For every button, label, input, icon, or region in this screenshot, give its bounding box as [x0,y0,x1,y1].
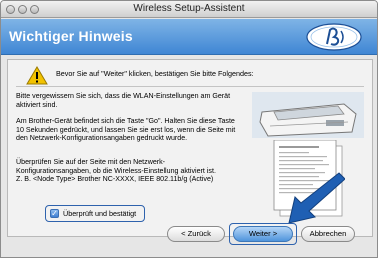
divider [16,86,364,87]
config-check-instructions: Überprüfen Sie auf der Seite mit den Net… [16,158,216,184]
cancel-button[interactable]: Abbrechen [301,226,355,242]
go-button-instructions: Am Brother-Gerät befindet sich die Taste… [16,117,236,143]
next-button[interactable]: Weiter > [233,226,293,242]
printer-illustration [252,92,364,138]
header-banner: Wichtiger Hinweis [1,19,377,55]
warning-row: Bevor Sie auf "Weiter" klicken, bestätig… [26,66,366,86]
back-button[interactable]: < Zurück [167,226,225,242]
pointer-arrow-icon [288,172,345,224]
confirm-checkbox-row[interactable]: ✓ Überprüft und bestätigt [45,205,145,222]
title-bar: Wireless Setup-Assistent [1,1,377,18]
confirm-checkbox-label: Überprüft und bestätigt [63,209,137,218]
page-title: Wichtiger Hinweis [9,28,133,44]
warning-text: Bevor Sie auf "Weiter" klicken, bestätig… [56,69,254,78]
brother-logo-icon [306,23,362,51]
window-title: Wireless Setup-Assistent [133,3,245,14]
confirm-checkbox[interactable]: ✓ [50,209,59,218]
setup-assistant-window: Wireless Setup-Assistent Wichtiger Hinwe… [0,0,378,258]
warning-icon [26,66,48,85]
wlan-instructions: Bitte vergewissern Sie sich, dass die WL… [16,92,231,109]
